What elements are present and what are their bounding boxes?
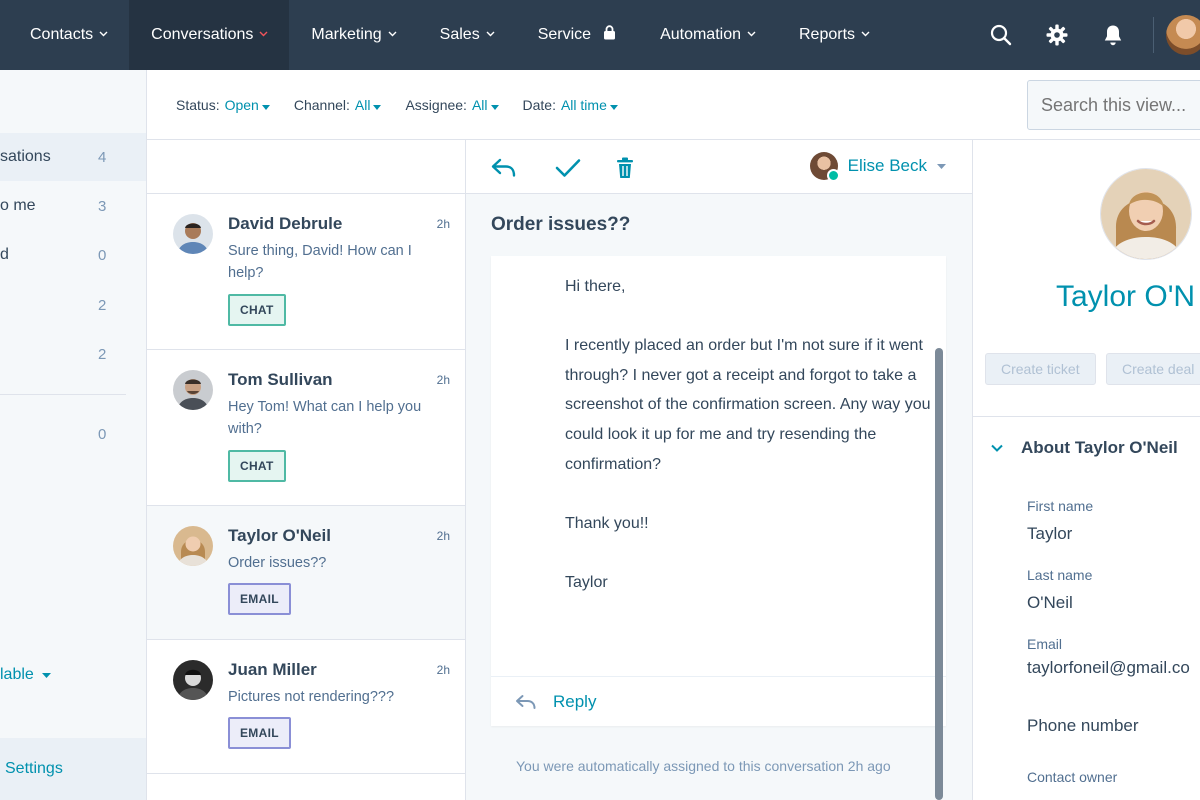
assignment-note: You were automatically assigned to this …	[516, 758, 891, 774]
caret-down-icon	[609, 97, 618, 113]
chevron-down-icon	[486, 31, 495, 39]
channel-badge: EMAIL	[228, 717, 291, 749]
thread-toolbar: Elise Beck	[466, 140, 972, 194]
conversation-list: David Debrule 2h Sure thing, David! How …	[147, 140, 466, 800]
nav-reports[interactable]: Reports	[777, 0, 891, 70]
reply-arrow-icon[interactable]	[491, 155, 517, 181]
sidebar-item-view-4[interactable]: 2	[0, 281, 146, 329]
gear-icon[interactable]	[1029, 0, 1085, 70]
nav-contacts[interactable]: Contacts	[0, 0, 129, 70]
assignee-dropdown[interactable]: Elise Beck	[809, 152, 946, 182]
sidebar-item-unassigned[interactable]: d 0	[0, 231, 146, 279]
chevron-down-icon	[388, 31, 397, 39]
user-avatar[interactable]	[1166, 15, 1200, 55]
top-navigation: Contacts Conversations Marketing Sales S…	[0, 0, 1200, 70]
filter-bar: Status: Open Channel: All Assignee: All …	[147, 70, 1200, 140]
chevron-down-icon	[991, 444, 1003, 452]
bell-icon[interactable]	[1085, 0, 1141, 70]
last-name-label: Last name	[1027, 567, 1093, 583]
chevron-down-icon	[747, 31, 756, 39]
nav-utilities	[973, 0, 1200, 70]
filter-date[interactable]: Date: All time	[523, 97, 618, 113]
sidebar-item-all-conversations[interactable]: sations 4	[0, 133, 146, 181]
avatar	[173, 660, 213, 700]
nav-sales[interactable]: Sales	[418, 0, 516, 70]
contact-sidebar: Taylor O'N Create ticket Create deal Abo…	[972, 140, 1200, 800]
email-value[interactable]: taylorfoneil@gmail.co	[1027, 658, 1190, 678]
channel-badge: CHAT	[228, 294, 286, 326]
caret-down-icon	[937, 163, 946, 169]
email-label: Email	[1027, 636, 1063, 652]
lock-icon	[603, 25, 616, 45]
message-body: Hi there, I recently placed an order but…	[565, 278, 931, 591]
contact-avatar	[1101, 169, 1191, 259]
reply-icon	[515, 694, 537, 710]
reply-button[interactable]: Reply	[491, 676, 946, 726]
assignee-avatar	[809, 152, 840, 182]
conversation-item-selected[interactable]: Taylor O'Neil 2h Order issues?? EMAIL	[147, 506, 465, 640]
avatar	[173, 214, 213, 254]
sidebar-item-view-5[interactable]: 2	[0, 330, 146, 378]
conversation-list-header	[147, 140, 465, 194]
avatar	[173, 370, 213, 410]
contact-divider	[973, 416, 1200, 417]
channel-badge: EMAIL	[228, 583, 291, 615]
search-icon[interactable]	[973, 0, 1029, 70]
inbox-settings-link[interactable]: Settings	[0, 738, 146, 800]
chevron-down-icon	[861, 31, 870, 39]
contact-name: Taylor O'N	[1056, 280, 1196, 313]
chevron-down-icon	[99, 31, 108, 39]
channel-badge: CHAT	[228, 450, 286, 482]
caret-down-icon	[490, 97, 499, 113]
search-input[interactable]	[1027, 80, 1200, 130]
phone-number-label[interactable]: Phone number	[1027, 716, 1139, 736]
trash-icon[interactable]	[612, 155, 638, 181]
thread-scrollbar[interactable]	[935, 348, 943, 800]
nav-service[interactable]: Service	[516, 0, 638, 70]
nav-marketing[interactable]: Marketing	[289, 0, 417, 70]
create-deal-button[interactable]: Create deal	[1106, 353, 1200, 385]
avatar	[173, 526, 213, 566]
sidebar-item-assigned-to-me[interactable]: o me 3	[0, 182, 146, 230]
about-section-toggle[interactable]: About Taylor O'Neil	[991, 438, 1178, 458]
conversation-item[interactable]: David Debrule 2h Sure thing, David! How …	[147, 194, 465, 350]
filter-channel[interactable]: Channel: All	[294, 97, 382, 113]
caret-down-icon	[373, 97, 382, 113]
first-name-value[interactable]: Taylor	[1027, 524, 1072, 544]
filter-assignee[interactable]: Assignee: All	[405, 97, 499, 113]
chevron-down-icon	[259, 31, 268, 39]
nav-automation[interactable]: Automation	[638, 0, 777, 70]
last-name-value[interactable]: O'Neil	[1027, 593, 1073, 613]
nav-conversations[interactable]: Conversations	[129, 0, 290, 70]
contact-owner-label: Contact owner	[1027, 769, 1118, 785]
email-message: Hi there, I recently placed an order but…	[491, 256, 946, 726]
check-icon[interactable]	[555, 155, 581, 181]
sidebar-divider	[0, 394, 126, 395]
availability-dropdown[interactable]: lable	[0, 666, 51, 684]
filter-status[interactable]: Status: Open	[176, 97, 270, 113]
conversation-item[interactable]: Tom Sullivan 2h Hey Tom! What can I help…	[147, 350, 465, 506]
caret-down-icon	[261, 97, 270, 113]
caret-down-icon	[41, 672, 51, 678]
thread-subject: Order issues??	[491, 214, 631, 235]
conversation-thread: Elise Beck Order issues?? Hi there, I re…	[466, 140, 972, 800]
sidebar-item-view-6[interactable]: 0	[0, 410, 146, 458]
nav-divider	[1153, 17, 1154, 53]
first-name-label: First name	[1027, 498, 1094, 514]
inbox-sidebar: sations 4 o me 3 d 0 2 2 0 lable Setting…	[0, 70, 147, 800]
conversation-item[interactable]: Juan Miller 2h Pictures not rendering???…	[147, 640, 465, 774]
create-ticket-button[interactable]: Create ticket	[985, 353, 1096, 385]
